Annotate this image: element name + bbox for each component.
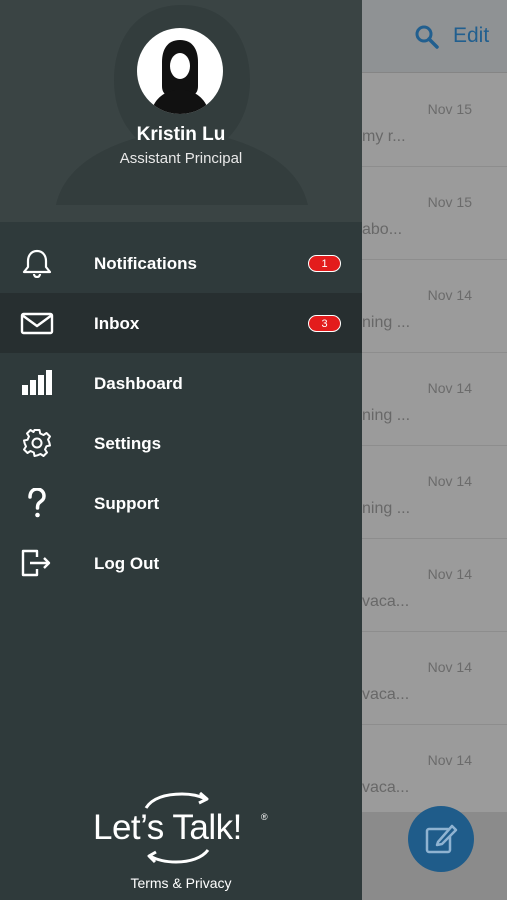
- avatar[interactable]: [137, 28, 223, 114]
- message-date: Nov 14: [427, 287, 472, 303]
- menu-item-notifications[interactable]: Notifications 1: [0, 233, 362, 293]
- bar-chart-icon: [22, 370, 52, 395]
- message-date: Nov 15: [427, 194, 472, 210]
- message-snippet: ning ...: [362, 407, 411, 424]
- message-snippet: my r...: [362, 128, 406, 145]
- menu-item-settings[interactable]: Settings: [0, 413, 362, 473]
- profile-name: Kristin Lu: [136, 124, 226, 145]
- message-snippet: ning ...: [362, 500, 411, 517]
- search-icon[interactable]: [414, 24, 440, 50]
- question-icon: [28, 488, 46, 518]
- menu-label: Inbox: [94, 314, 140, 333]
- envelope-icon: [20, 312, 54, 335]
- terms-privacy-link[interactable]: Terms & Privacy: [0, 875, 362, 891]
- gear-icon: [23, 429, 51, 457]
- message-date: Nov 14: [427, 659, 472, 675]
- inbox-badge: 3: [308, 315, 341, 332]
- drawer-menu: Notifications 1 Inbox 3 Dashboard Settin…: [0, 233, 362, 593]
- menu-label: Dashboard: [94, 374, 183, 393]
- menu-label: Notifications: [94, 254, 197, 273]
- edit-button[interactable]: Edit: [453, 24, 489, 48]
- message-snippet: vaca...: [362, 593, 410, 610]
- logo-registered-mark: ®: [261, 812, 268, 822]
- menu-item-inbox[interactable]: Inbox 3: [0, 293, 362, 353]
- message-snippet: ning ...: [362, 314, 411, 331]
- bell-icon: [22, 249, 52, 278]
- menu-item-log-out[interactable]: Log Out: [0, 533, 362, 593]
- menu-label: Log Out: [94, 554, 160, 573]
- message-date: Nov 14: [427, 566, 472, 582]
- user-silhouette-icon: [151, 40, 209, 114]
- message-snippet: abo...: [362, 221, 403, 238]
- profile-role: Assistant Principal: [119, 150, 243, 167]
- message-date: Nov 14: [427, 380, 472, 396]
- message-date: Nov 14: [427, 473, 472, 489]
- lets-talk-logo: Let’s Talk! ®: [90, 790, 272, 864]
- logo-text: Let’s Talk!: [93, 808, 242, 847]
- message-snippet: vaca...: [362, 686, 410, 703]
- profile-header: Kristin Lu Assistant Principal: [0, 0, 362, 222]
- compose-icon: [425, 824, 458, 854]
- menu-label: Support: [94, 494, 160, 513]
- message-date: Nov 14: [427, 752, 472, 768]
- logout-icon: [21, 549, 51, 577]
- side-drawer: Kristin Lu Assistant Principal Notificat…: [0, 0, 362, 900]
- message-date: Nov 15: [427, 101, 472, 117]
- compose-button[interactable]: [408, 806, 474, 872]
- menu-item-dashboard[interactable]: Dashboard: [0, 353, 362, 413]
- menu-item-support[interactable]: Support: [0, 473, 362, 533]
- notification-badge: 1: [308, 255, 341, 272]
- menu-label: Settings: [94, 434, 162, 453]
- message-snippet: vaca...: [362, 779, 410, 796]
